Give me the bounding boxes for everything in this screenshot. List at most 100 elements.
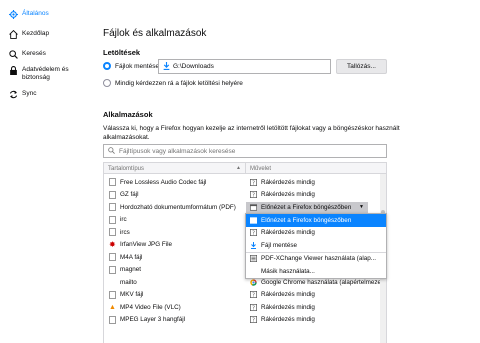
option-label: Rákérdezés mindig — [261, 229, 315, 237]
sidebar: Általános Kezdőlap Keresés Adatvédelem é… — [0, 0, 100, 343]
protocol-icon — [109, 265, 116, 274]
table-row[interactable]: ▲ MP4 Video File (VLC) ? Rákérdezés mindig — [104, 301, 386, 314]
sidebar-item-label: Általános — [22, 10, 49, 17]
downloads-heading: Letöltések — [103, 48, 141, 57]
table-row[interactable]: MKV fájl ? Rákérdezés mindig — [104, 289, 386, 302]
sidebar-label-line2: biztonság — [22, 74, 50, 81]
column-label: Művelet — [250, 165, 272, 172]
lock-icon — [9, 66, 18, 75]
svg-text:?: ? — [252, 193, 255, 198]
search-icon — [108, 146, 115, 156]
main-content: Fájlok és alkalmazások Letöltések Fájlok… — [103, 0, 480, 343]
option-label: Előnézet a Firefox böngészőben — [261, 216, 352, 224]
irfanview-icon: ✸ — [109, 240, 116, 250]
applications-description: Válassza ki, hogy a Firefox hogyan kezel… — [103, 125, 400, 141]
always-ask-radio[interactable] — [103, 79, 111, 87]
browse-button[interactable]: Tallózás... — [336, 59, 387, 74]
save-icon — [250, 241, 257, 249]
audio-file-icon — [109, 178, 116, 187]
ask-icon: ? — [250, 229, 257, 237]
sidebar-item-label: Adatvédelem és biztonság — [22, 66, 69, 82]
firefox-icon — [250, 204, 257, 211]
sidebar-item-label: Kezdőlap — [22, 30, 50, 37]
svg-text:?: ? — [252, 293, 255, 298]
row-action: Rákérdezés mindig — [261, 291, 315, 299]
dropdown-option-ask[interactable]: ? Rákérdezés mindig — [246, 227, 386, 240]
ask-icon: ? — [250, 316, 257, 324]
save-files-label: Fájlok mentése — [115, 63, 160, 70]
archive-file-icon — [109, 190, 116, 199]
row-type: magnet — [120, 266, 142, 274]
ask-icon: ? — [250, 291, 257, 299]
row-action: Előnézet a Firefox böngészőben — [261, 203, 352, 211]
option-label: PDF-XChange Viewer használata (alap... — [261, 255, 377, 263]
row-type: Hordozható dokumentumformátum (PDF) — [120, 203, 236, 211]
video-file-icon — [109, 290, 116, 299]
table-row-selected[interactable]: Hordozható dokumentumformátum (PDF) Előn… — [104, 201, 386, 214]
audio-file-icon — [109, 253, 116, 262]
row-type: GZ fájl — [120, 191, 139, 199]
always-ask-label: Mindig kérdezzen rá a fájlok letöltési h… — [115, 80, 243, 87]
svg-text:?: ? — [252, 318, 255, 323]
row-type: ircs — [120, 228, 130, 236]
ask-icon: ? — [250, 303, 257, 311]
sidebar-item-label: Sync — [22, 90, 37, 97]
download-path-field[interactable]: G:\Downloads — [158, 59, 331, 74]
row-type: M4A fájl — [120, 253, 143, 261]
download-icon — [163, 61, 170, 72]
column-label: Tartalomtípus — [108, 165, 145, 172]
row-type: MPEG Layer 3 hangfájl — [120, 316, 186, 324]
ask-icon: ? — [250, 191, 257, 199]
column-action[interactable]: Művelet — [246, 163, 386, 174]
sort-ascending-icon: ▲ — [236, 165, 241, 171]
sync-icon — [9, 90, 18, 99]
row-type: MP4 Video File (VLC) — [120, 303, 181, 311]
app-search-input[interactable]: Fájltípusok vagy alkalmazások keresése — [103, 144, 387, 158]
sidebar-item-privacy[interactable]: Adatvédelem és biztonság — [9, 66, 69, 86]
applications-heading: Alkalmazások — [103, 110, 153, 119]
chevron-down-icon[interactable]: ▼ — [359, 204, 364, 210]
dropdown-option-pdf-xchange[interactable]: PDF-XChange Viewer használata (alap... — [246, 253, 386, 266]
download-path-text: G:\Downloads — [173, 63, 214, 70]
sidebar-label-line1: Adatvédelem és — [22, 66, 69, 73]
table-row[interactable]: Free Lossless Audio Codec fájl ? Rákérdez… — [104, 176, 386, 189]
svg-text:?: ? — [252, 305, 255, 310]
svg-text:?: ? — [252, 180, 255, 185]
row-type: Free Lossless Audio Codec fájl — [120, 178, 207, 186]
home-icon — [9, 30, 18, 39]
page-title: Fájlok és alkalmazások — [103, 28, 207, 39]
table-row[interactable]: GZ fájl ? Rákérdezés mindig — [104, 189, 386, 202]
row-action: Rákérdezés mindig — [261, 178, 315, 186]
chrome-icon — [250, 279, 257, 286]
table-row[interactable]: MPEG Layer 3 hangfájl ? Rákérdezés mindig — [104, 314, 386, 327]
action-dropdown-menu: Előnézet a Firefox böngészőben ? Rákérde… — [245, 213, 387, 279]
search-placeholder: Fájltípusok vagy alkalmazások keresése — [119, 147, 236, 155]
audio-file-icon — [109, 315, 116, 324]
sidebar-item-general[interactable]: Általános — [9, 10, 49, 30]
protocol-icon — [109, 228, 116, 237]
protocol-icon — [109, 215, 116, 224]
ask-icon: ? — [250, 178, 257, 186]
row-type: irc — [120, 216, 127, 224]
column-content-type[interactable]: Tartalomtípus ▲ — [104, 163, 246, 174]
dropdown-option-other[interactable]: Másik használata... — [246, 265, 386, 278]
option-label: Fájl mentése — [261, 241, 298, 249]
option-label: Másik használata... — [261, 267, 315, 275]
vlc-icon: ▲ — [109, 303, 116, 311]
row-type: MKV fájl — [120, 291, 144, 299]
sidebar-item-sync[interactable]: Sync — [9, 90, 36, 110]
table-header: Tartalomtípus ▲ Művelet — [104, 163, 386, 174]
pdf-file-icon — [109, 203, 116, 212]
save-files-radio[interactable] — [103, 62, 111, 70]
row-type: mailto — [120, 278, 137, 286]
sidebar-item-home[interactable]: Kezdőlap — [9, 30, 49, 50]
search-icon — [9, 50, 18, 59]
row-action: Google Chrome használata (alapértelmezet… — [261, 278, 387, 286]
dropdown-option-save[interactable]: Fájl mentése — [246, 239, 386, 252]
dropdown-option-preview[interactable]: Előnézet a Firefox böngészőben — [246, 214, 386, 227]
row-action: Rákérdezés mindig — [261, 191, 315, 199]
row-type: IrfanView JPG File — [120, 241, 173, 249]
pdf-xchange-icon — [250, 255, 257, 263]
row-action: Rákérdezés mindig — [261, 316, 315, 324]
sidebar-item-label: Keresés — [22, 50, 46, 57]
